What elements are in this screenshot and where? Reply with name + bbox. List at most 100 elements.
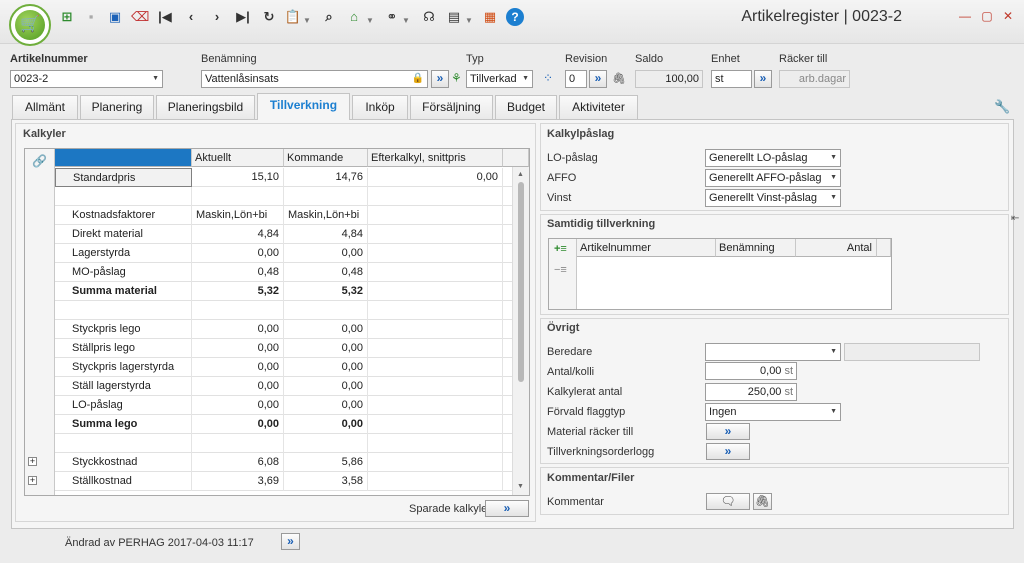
cell-label[interactable]: Ställkostnad bbox=[55, 472, 192, 491]
cell-kommande[interactable]: 0,00 bbox=[284, 244, 368, 263]
chevron-down-icon[interactable]: ▼ bbox=[830, 170, 837, 186]
lo-paslag-dropdown[interactable]: Generellt LO-påslag ▼ bbox=[705, 149, 841, 167]
cell-kommande[interactable]: 0,00 bbox=[284, 358, 368, 377]
minimize-icon[interactable]: — bbox=[958, 9, 972, 23]
cell-kommande[interactable]: 4,84 bbox=[284, 225, 368, 244]
cell-kommande[interactable]: 5,86 bbox=[284, 453, 368, 472]
antal-kolli-field[interactable]: 0,00 st bbox=[705, 362, 797, 380]
revision-field[interactable]: 0 bbox=[565, 70, 587, 88]
grid-header-aktuellt[interactable]: Aktuellt bbox=[192, 149, 284, 167]
table-row[interactable]: Lagerstyrda 0,00 0,00 bbox=[55, 244, 513, 263]
table-row[interactable]: Direkt material 4,84 4,84 bbox=[55, 225, 513, 244]
cell-efterkalkyl[interactable] bbox=[368, 282, 503, 301]
chevron-down-icon[interactable]: ▼ bbox=[522, 71, 529, 87]
apps-grid-icon[interactable]: ▦ bbox=[481, 8, 499, 26]
next-record-icon[interactable]: › bbox=[208, 8, 226, 26]
cell-aktuellt[interactable]: 5,32 bbox=[192, 282, 284, 301]
table-row[interactable]: Standardpris 15,10 14,76 0,00 bbox=[55, 168, 513, 187]
cell-aktuellt[interactable]: Maskin,Lön+bi bbox=[192, 206, 284, 225]
cell-kommande[interactable]: 0,00 bbox=[284, 377, 368, 396]
samtidig-header-antal[interactable]: Antal bbox=[796, 239, 877, 257]
cell-kommande[interactable]: 5,32 bbox=[284, 282, 368, 301]
benamning-goto-button[interactable]: » bbox=[431, 70, 449, 88]
window-layout-icon[interactable]: ▤ bbox=[445, 8, 463, 26]
cell-efterkalkyl[interactable]: 0,00 bbox=[368, 168, 503, 187]
first-record-icon[interactable]: |◀ bbox=[156, 8, 174, 26]
cell-kommande[interactable]: 0,00 bbox=[284, 339, 368, 358]
cell-efterkalkyl[interactable] bbox=[368, 339, 503, 358]
remove-row-icon[interactable]: −≡ bbox=[554, 264, 567, 276]
comment-button[interactable]: 🗨 bbox=[706, 493, 750, 510]
tab-budget[interactable]: Budget bbox=[495, 95, 557, 119]
table-row[interactable]: Ställpris lego 0,00 0,00 bbox=[55, 339, 513, 358]
samtidig-header-benamning[interactable]: Benämning bbox=[716, 239, 796, 257]
table-row[interactable]: MO-påslag 0,48 0,48 bbox=[55, 263, 513, 282]
last-record-icon[interactable]: ▶| bbox=[234, 8, 252, 26]
wrench-icon[interactable]: 🔧 bbox=[994, 99, 1010, 115]
sparade-kalkyler-button[interactable]: » bbox=[485, 500, 529, 517]
clipboard-icon[interactable]: 📋 bbox=[284, 8, 302, 26]
cell-kommande[interactable]: 0,48 bbox=[284, 263, 368, 282]
cell-efterkalkyl[interactable] bbox=[368, 225, 503, 244]
cell-label[interactable]: Lagerstyrda bbox=[55, 244, 192, 263]
splitter-handle-icon[interactable]: ⇤ bbox=[1011, 213, 1019, 224]
cell-efterkalkyl[interactable] bbox=[368, 377, 503, 396]
samtidig-grid[interactable]: +≡ −≡ Artikelnummer Benämning Antal bbox=[548, 238, 892, 310]
table-row[interactable]: Summa material 5,32 5,32 bbox=[55, 282, 513, 301]
chevron-down-icon[interactable]: ▼ bbox=[830, 190, 837, 206]
chevron-down-icon[interactable]: ▼ bbox=[830, 150, 837, 166]
tab-inkop[interactable]: Inköp bbox=[352, 95, 408, 119]
grid-scrollbar[interactable]: ▲ ▼ bbox=[512, 167, 529, 495]
cell-efterkalkyl[interactable] bbox=[368, 206, 503, 225]
cell-aktuellt[interactable]: 0,00 bbox=[192, 415, 284, 434]
tab-aktiviteter[interactable]: Aktiviteter bbox=[559, 95, 638, 119]
changed-by-goto-button[interactable]: » bbox=[281, 533, 300, 550]
cell-efterkalkyl[interactable] bbox=[368, 358, 503, 377]
link-icon[interactable]: ⚭ bbox=[383, 8, 401, 26]
table-row[interactable]: Kostnadsfaktorer Maskin,Lön+bi Maskin,Lön+… bbox=[55, 206, 513, 225]
cell-kommande[interactable]: 0,00 bbox=[284, 396, 368, 415]
cell-kommande[interactable] bbox=[284, 434, 368, 453]
cell-aktuellt[interactable]: 0,00 bbox=[192, 358, 284, 377]
cell-label[interactable]: MO-påslag bbox=[55, 263, 192, 282]
new-icon[interactable]: ⊞ bbox=[58, 8, 76, 26]
benamning-field[interactable]: Vattenlåsinsats 🔒 bbox=[201, 70, 428, 88]
expand-icon[interactable]: + bbox=[28, 457, 37, 466]
cell-aktuellt[interactable]: 0,00 bbox=[192, 377, 284, 396]
vinst-dropdown[interactable]: Generellt Vinst-påslag ▼ bbox=[705, 189, 841, 207]
cell-aktuellt[interactable]: 0,48 bbox=[192, 263, 284, 282]
cell-label[interactable]: Ställ lagerstyrda bbox=[55, 377, 192, 396]
cell-kommande[interactable]: 0,00 bbox=[284, 320, 368, 339]
table-row[interactable]: Styckpris lagerstyrda 0,00 0,00 bbox=[55, 358, 513, 377]
paperclip-icon[interactable]: 🖇 bbox=[612, 72, 626, 85]
close-icon[interactable]: ✕ bbox=[1001, 9, 1015, 23]
cell-aktuellt[interactable]: 0,00 bbox=[192, 339, 284, 358]
cell-label[interactable]: LO-påslag bbox=[55, 396, 192, 415]
table-row[interactable] bbox=[55, 434, 513, 453]
home-icon[interactable]: ⌂ bbox=[345, 8, 363, 26]
cell-efterkalkyl[interactable] bbox=[368, 301, 503, 320]
table-row[interactable]: Ställkostnad 3,69 3,58 + bbox=[28, 472, 513, 491]
artikelnummer-field[interactable]: 0023-2 ▼ bbox=[10, 70, 163, 88]
cell-efterkalkyl[interactable] bbox=[368, 263, 503, 282]
cell-aktuellt[interactable]: 0,00 bbox=[192, 396, 284, 415]
tab-planering[interactable]: Planering bbox=[80, 95, 154, 119]
app-logo[interactable]: 🛒 bbox=[9, 4, 51, 46]
cell-kommande[interactable]: Maskin,Lön+bi bbox=[284, 206, 368, 225]
cell-label[interactable]: Kostnadsfaktorer bbox=[55, 206, 192, 225]
add-row-icon[interactable]: +≡ bbox=[554, 243, 567, 255]
scroll-thumb[interactable] bbox=[518, 182, 524, 382]
delete-icon[interactable]: ⌫ bbox=[131, 8, 149, 26]
cell-efterkalkyl[interactable] bbox=[368, 320, 503, 339]
affo-dropdown[interactable]: Generellt AFFO-påslag ▼ bbox=[705, 169, 841, 187]
maximize-icon[interactable]: ▢ bbox=[980, 9, 994, 23]
tab-tillverkning[interactable]: Tillverkning bbox=[257, 93, 350, 120]
table-row[interactable]: Summa lego 0,00 0,00 bbox=[55, 415, 513, 434]
table-row[interactable]: Styckpris lego 0,00 0,00 bbox=[55, 320, 513, 339]
cell-kommande[interactable]: 14,76 bbox=[284, 168, 368, 187]
help-icon[interactable]: ? bbox=[506, 8, 524, 26]
cell-efterkalkyl[interactable] bbox=[368, 244, 503, 263]
chevron-down-icon[interactable]: ▼ bbox=[303, 12, 311, 30]
kalkylerat-antal-field[interactable]: 250,00 st bbox=[705, 383, 797, 401]
revision-goto-button[interactable]: » bbox=[589, 70, 607, 88]
